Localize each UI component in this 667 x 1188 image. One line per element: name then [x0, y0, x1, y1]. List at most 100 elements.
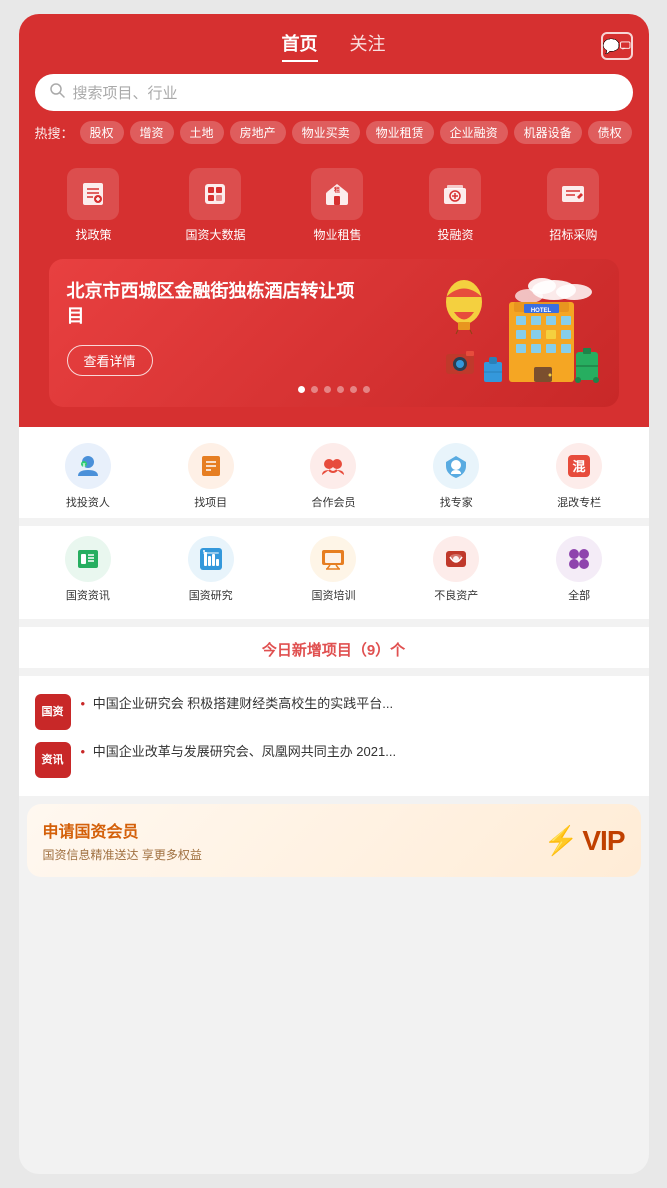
- quick-menu: 找政策 国资大数据: [35, 158, 633, 259]
- sec-label-training: 国资培训: [311, 587, 355, 603]
- svg-text:租: 租: [334, 186, 340, 194]
- sec-icon-investor: ¥: [65, 443, 111, 489]
- message-icon[interactable]: [601, 32, 633, 60]
- news-item-0[interactable]: 国资 • 中国企业研究会 积极搭建财经类高校生的实践平台...: [35, 688, 633, 736]
- quick-icon-rental: 租: [311, 168, 363, 220]
- hot-tag-0[interactable]: 股权: [80, 121, 124, 144]
- banner-detail-button[interactable]: 查看详情: [67, 345, 153, 376]
- dot-3[interactable]: [337, 386, 344, 393]
- sec-label-expert: 找专家: [440, 494, 473, 510]
- quick-item-invest[interactable]: 投融资: [429, 168, 481, 243]
- sec-icon-training: [310, 536, 356, 582]
- sec-item-training[interactable]: 国资培训: [305, 536, 361, 603]
- sec-item-member[interactable]: 合作会员: [305, 443, 361, 510]
- hot-tag-5[interactable]: 物业租赁: [366, 121, 434, 144]
- quick-label-rental: 物业租售: [313, 226, 361, 243]
- sec-item-mixed[interactable]: 混 混改专栏: [551, 443, 607, 510]
- news-tag-1: 资讯: [35, 742, 71, 778]
- hot-tag-8[interactable]: 债权: [588, 121, 632, 144]
- quick-item-tender[interactable]: 招标采购: [547, 168, 599, 243]
- banner-illustration: HOTEL: [429, 269, 609, 389]
- dot-2[interactable]: [324, 386, 331, 393]
- banner-section: 北京市西城区金融街独栋酒店转让项目 查看详情: [35, 259, 633, 427]
- news-item-1[interactable]: 资讯 • 中国企业改革与发展研究会、凤凰网共同主办 2021...: [35, 736, 633, 784]
- tab-home[interactable]: 首页: [282, 30, 318, 62]
- dot-1[interactable]: [311, 386, 318, 393]
- vip-badge-text: VIP: [582, 825, 624, 857]
- svg-text:HOTEL: HOTEL: [530, 308, 551, 314]
- hot-tag-1[interactable]: 增资: [130, 121, 174, 144]
- today-new-text: 今日新增项目（9）个: [262, 642, 405, 659]
- today-new-section: 今日新增项目（9）个: [19, 627, 649, 668]
- sec-icon-member: [310, 443, 356, 489]
- header: 首页 关注 搜索项目、行业 热搜： 股权: [19, 14, 649, 427]
- quick-icon-data: [189, 168, 241, 220]
- sec-label-member: 合作会员: [311, 494, 355, 510]
- quick-label-invest: 投融资: [437, 226, 473, 243]
- banner-card: 北京市西城区金融街独栋酒店转让项目 查看详情: [49, 259, 619, 407]
- news-tag-text-0: 国资: [42, 706, 64, 718]
- quick-item-data[interactable]: 国资大数据: [185, 168, 245, 243]
- quick-label-data: 国资大数据: [185, 226, 245, 243]
- dot-0[interactable]: [298, 386, 305, 393]
- search-bar[interactable]: 搜索项目、行业: [35, 74, 633, 111]
- sec-icon-all: [556, 536, 602, 582]
- sec-label-mixed: 混改专栏: [557, 494, 601, 510]
- search-placeholder: 搜索项目、行业: [73, 82, 178, 103]
- dot-4[interactable]: [350, 386, 357, 393]
- sec-item-bad-asset[interactable]: 不良资产: [428, 536, 484, 603]
- app-container: 首页 关注 搜索项目、行业 热搜： 股权: [19, 14, 649, 1174]
- news-dot-1: •: [81, 744, 86, 759]
- nav-tabs: 首页 关注: [282, 30, 386, 62]
- secondary-menu: ¥ 找投资人 找项目: [19, 427, 649, 518]
- quick-label-tender: 招标采购: [549, 226, 597, 243]
- vip-banner[interactable]: 申请国资会员 国资信息精准送达 享更多权益 ⚡ VIP: [27, 804, 641, 877]
- vip-subtitle: 国资信息精准送达 享更多权益: [43, 846, 202, 863]
- banner-title: 北京市西城区金融街独栋酒店转让项目: [67, 279, 361, 329]
- vip-title: 申请国资会员: [43, 818, 202, 842]
- news-card: 国资 • 中国企业研究会 积极搭建财经类高校生的实践平台... 资讯 • 中国企…: [19, 676, 649, 796]
- news-dot-0: •: [81, 696, 86, 711]
- sec-item-project[interactable]: 找项目: [183, 443, 239, 510]
- sec-label-news: 国资资讯: [66, 587, 110, 603]
- hot-tag-6[interactable]: 企业融资: [440, 121, 508, 144]
- quick-item-policy[interactable]: 找政策: [67, 168, 119, 243]
- hot-label: 热搜：: [35, 123, 74, 142]
- news-text-0: • 中国企业研究会 积极搭建财经类高校生的实践平台...: [81, 694, 633, 714]
- main-content: ¥ 找投资人 找项目: [19, 427, 649, 877]
- hot-tag-4[interactable]: 物业买卖: [292, 121, 360, 144]
- sec-icon-research: [188, 536, 234, 582]
- sec-item-expert[interactable]: 找专家: [428, 443, 484, 510]
- svg-text:混: 混: [573, 459, 586, 474]
- sec-label-research: 国资研究: [189, 587, 233, 603]
- vip-info: 申请国资会员 国资信息精准送达 享更多权益: [43, 818, 202, 863]
- hot-search: 热搜： 股权 增资 土地 房地产 物业买卖 物业租赁 企业融资 机器设备 债权: [35, 121, 633, 158]
- sec-item-research[interactable]: 国资研究: [183, 536, 239, 603]
- hot-tag-2[interactable]: 土地: [180, 121, 224, 144]
- svg-text:¥: ¥: [83, 463, 86, 469]
- hot-tag-3[interactable]: 房地产: [230, 121, 286, 144]
- dot-5[interactable]: [363, 386, 370, 393]
- sec-label-project: 找项目: [194, 494, 227, 510]
- sec-icon-news: [65, 536, 111, 582]
- quick-icon-tender: [547, 168, 599, 220]
- sec-item-investor[interactable]: ¥ 找投资人: [60, 443, 116, 510]
- search-icon: [49, 82, 65, 103]
- sec-label-all: 全部: [568, 587, 590, 603]
- sec-item-news[interactable]: 国资资讯: [60, 536, 116, 603]
- quick-item-rental[interactable]: 租 物业租售: [311, 168, 363, 243]
- sec-item-all[interactable]: 全部: [551, 536, 607, 603]
- quick-icon-invest: [429, 168, 481, 220]
- vip-badge: ⚡ VIP: [543, 824, 624, 857]
- quick-icon-policy: [67, 168, 119, 220]
- sec-icon-expert: [433, 443, 479, 489]
- news-tag-text-1: 资讯: [42, 754, 64, 766]
- header-nav: 首页 关注: [35, 30, 633, 62]
- tab-follow[interactable]: 关注: [350, 30, 386, 62]
- hot-tag-7[interactable]: 机器设备: [514, 121, 582, 144]
- sec-label-bad-asset: 不良资产: [434, 587, 478, 603]
- third-menu: 国资资讯 国资研究: [19, 526, 649, 619]
- sec-icon-mixed: 混: [556, 443, 602, 489]
- lightning-icon: ⚡: [543, 824, 578, 857]
- sec-icon-bad-asset: [433, 536, 479, 582]
